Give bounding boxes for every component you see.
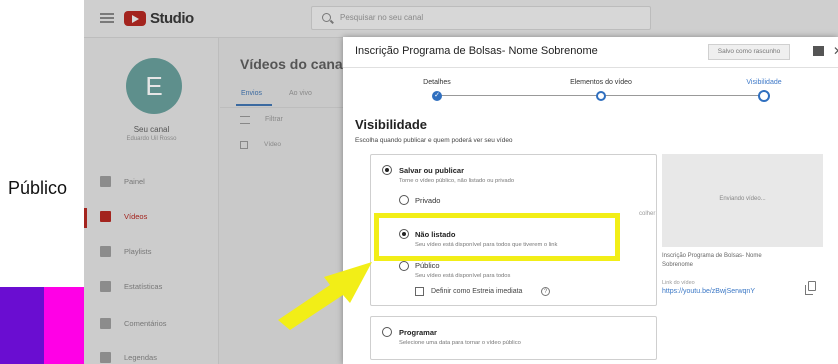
row-checkbox[interactable] xyxy=(240,141,248,149)
sidebar-item-label: Vídeos xyxy=(124,212,148,221)
videos-icon xyxy=(100,211,111,222)
tab-indicator xyxy=(236,104,272,106)
step-dot xyxy=(596,91,606,101)
tab-envios[interactable]: Envios xyxy=(241,90,262,97)
schedule-sub: Selecione uma data para tornar o vídeo p… xyxy=(399,340,521,346)
sidebar-item-label: Painel xyxy=(124,177,145,186)
radio-private[interactable] xyxy=(399,195,409,205)
sidebar-item-estatisticas[interactable]: Estatísticas xyxy=(84,278,219,298)
help-icon[interactable]: ? xyxy=(541,287,550,296)
upload-dialog: Inscrição Programa de Bolsas- Nome Sobre… xyxy=(343,37,838,364)
truncated-text: colher xyxy=(639,211,656,217)
comments-icon xyxy=(100,318,111,329)
sidebar-item-painel[interactable]: Painel xyxy=(84,173,219,193)
stage: Público Studio Pesquisar no seu canal E … xyxy=(0,0,838,364)
step-visibilidade[interactable]: Visibilidade xyxy=(709,79,819,86)
video-link-label: Link do vídeo xyxy=(662,280,695,286)
highlight-box xyxy=(374,213,620,261)
youtube-logo-icon[interactable] xyxy=(124,11,146,26)
sidebar-item-videos[interactable]: Vídeos xyxy=(84,208,219,228)
channel-name: Seu canal xyxy=(133,125,170,134)
radio-schedule[interactable] xyxy=(382,327,392,337)
sidebar: E Seu canal Eduardo Uil Rosso Painel Víd… xyxy=(84,38,219,364)
public-label: Público xyxy=(415,261,440,270)
search-icon xyxy=(322,13,331,22)
save-publish-sub: Torne o vídeo público, não listado ou pr… xyxy=(399,178,515,184)
premiere-label: Definir como Estreia imediata xyxy=(431,288,523,295)
sidebar-item-playlists[interactable]: Playlists xyxy=(84,243,219,263)
sidebar-item-label: Estatísticas xyxy=(124,282,163,291)
close-icon[interactable]: ✕ xyxy=(833,44,838,58)
step-detalhes[interactable]: Detalhes xyxy=(382,79,492,86)
dialog-divider xyxy=(343,67,838,68)
search-placeholder: Pesquisar no seu canal xyxy=(340,13,424,22)
sidebar-item-legendas[interactable]: Legendas xyxy=(84,349,219,364)
dialog-title: Inscrição Programa de Bolsas- Nome Sobre… xyxy=(355,45,598,57)
radio-save-publish[interactable] xyxy=(382,165,392,175)
magenta-block xyxy=(44,287,84,364)
visibility-subtitle: Escolha quando publicar e quem poderá ve… xyxy=(355,137,513,144)
analytics-icon xyxy=(100,281,111,292)
sidebar-item-label: Legendas xyxy=(124,353,157,362)
step-elementos[interactable]: Elementos do vídeo xyxy=(546,79,656,86)
premiere-checkbox[interactable] xyxy=(415,287,424,296)
sidebar-item-comentarios[interactable]: Comentários xyxy=(84,315,219,335)
tab-ao-vivo[interactable]: Ao vivo xyxy=(289,90,312,97)
public-sub: Seu vídeo está disponível para todos xyxy=(415,273,511,279)
purple-block xyxy=(0,287,44,364)
app-name[interactable]: Studio xyxy=(150,10,194,27)
step-dot-current xyxy=(758,90,770,102)
search-input[interactable]: Pesquisar no seu canal xyxy=(311,6,651,30)
column-header-video: Vídeo xyxy=(264,141,281,148)
video-preview: Enviando vídeo... xyxy=(662,154,823,247)
channel-subtitle: Eduardo Uil Rosso xyxy=(126,136,177,142)
visibility-title: Visibilidade xyxy=(355,117,428,132)
video-title: Inscrição Programa de Bolsas- Nome Sobre… xyxy=(662,253,762,268)
radio-public[interactable] xyxy=(399,261,409,271)
filter-icon[interactable] xyxy=(240,116,250,124)
menu-icon[interactable] xyxy=(100,13,114,23)
private-label: Privado xyxy=(415,196,441,205)
schedule-card xyxy=(370,316,657,360)
sidebar-item-label: Comentários xyxy=(124,319,167,328)
playlists-icon xyxy=(100,246,111,257)
copy-icon[interactable] xyxy=(805,281,816,295)
draft-status-button[interactable]: Salvo como rascunho xyxy=(708,44,790,60)
feedback-icon[interactable] xyxy=(813,46,824,56)
check-icon: ✓ xyxy=(432,91,442,101)
subtitles-icon xyxy=(100,352,111,363)
save-publish-label: Salvar ou publicar xyxy=(399,166,465,175)
sidebar-item-label: Playlists xyxy=(124,247,152,256)
filter-label[interactable]: Filtrar xyxy=(265,116,283,123)
page-title: Vídeos do canal xyxy=(240,56,347,72)
upload-status: Enviando vídeo... xyxy=(719,196,766,202)
schedule-label: Programar xyxy=(399,328,437,337)
video-link[interactable]: https://youtu.be/zBwjSerwqnY xyxy=(662,288,755,295)
avatar[interactable]: E xyxy=(126,58,182,114)
dashboard-icon xyxy=(100,176,111,187)
top-bar: Studio Pesquisar no seu canal xyxy=(84,0,838,38)
slide-label: Público xyxy=(8,178,68,198)
